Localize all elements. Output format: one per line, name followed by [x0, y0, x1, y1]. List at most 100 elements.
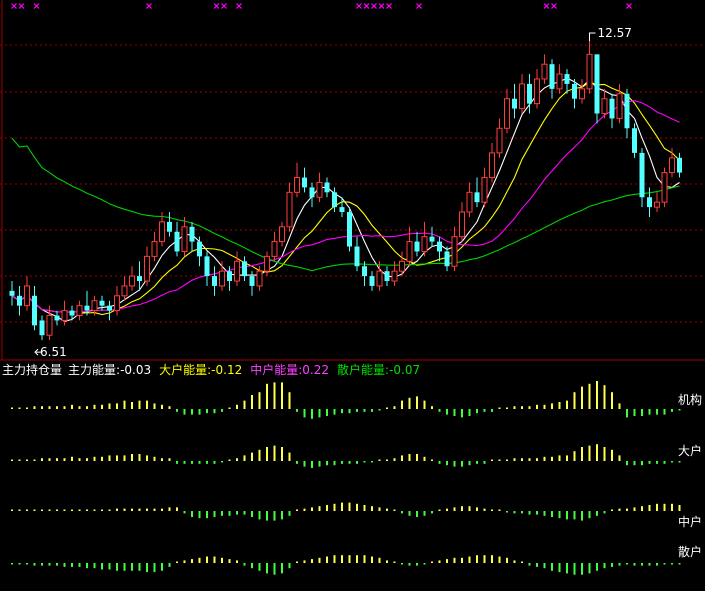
energy-bar [273, 382, 276, 409]
candle-body [227, 271, 232, 282]
candle [556, 64, 563, 94]
candle-body [579, 88, 585, 100]
energy-bar [596, 511, 598, 516]
energy-bar [468, 556, 471, 563]
candle-body [504, 98, 510, 129]
energy-bar [401, 455, 403, 461]
energy-bar [168, 406, 171, 409]
energy-bar [476, 461, 478, 464]
energy-bar [236, 511, 238, 515]
candle-body [294, 177, 300, 193]
energy-bar [176, 561, 178, 563]
candle-body [669, 157, 675, 174]
candle [332, 187, 337, 213]
candle-body [639, 152, 645, 198]
energy-bar [491, 409, 493, 412]
candle [504, 88, 510, 134]
energy-bar [348, 502, 351, 511]
energy-bar [146, 400, 148, 409]
energy-bar [33, 406, 36, 409]
energy-bar [573, 511, 576, 520]
panel-label-dahu: 大户 [678, 443, 702, 458]
ma20-line [11, 100, 680, 313]
signal-x-marker [33, 3, 40, 9]
energy-bar [431, 511, 433, 514]
energy-bar [476, 507, 478, 511]
energy-bar [333, 555, 336, 563]
candle [489, 143, 495, 183]
energy-bar [326, 409, 328, 416]
candle [167, 212, 172, 237]
candle [324, 177, 330, 198]
energy-bar [513, 406, 516, 409]
energy-bar [588, 511, 591, 519]
candle [639, 147, 645, 208]
candle [302, 167, 307, 193]
energy-bar [296, 461, 298, 464]
energy-bar [326, 461, 328, 466]
candle [586, 41, 593, 94]
energy-bar [348, 461, 351, 464]
candle [32, 285, 37, 331]
candle [616, 83, 623, 124]
energy-bar [596, 563, 598, 571]
candle-body [39, 320, 45, 336]
energy-bar [513, 560, 516, 563]
energy-bar [678, 505, 681, 511]
energy-bar [101, 563, 103, 570]
energy-bar [191, 409, 193, 415]
energy-bar [18, 563, 21, 565]
energy-bar [266, 511, 268, 521]
energy-bar [138, 400, 141, 409]
candle-body [279, 226, 285, 243]
candle-body [61, 310, 68, 321]
candle-body [114, 295, 120, 312]
energy-bar [633, 409, 636, 416]
candle [519, 74, 525, 114]
energy-bar [153, 508, 156, 511]
candle-body [549, 64, 555, 89]
energy-bar [116, 455, 118, 461]
energy-bar [198, 409, 201, 415]
energy-bar [581, 386, 583, 409]
energy-bar [296, 409, 298, 412]
energy-bar [108, 509, 111, 511]
energy-bar [671, 563, 673, 565]
energy-bar [468, 506, 471, 511]
energy-bar [146, 563, 148, 573]
candle [316, 172, 323, 203]
candle [264, 251, 270, 277]
energy-bar [18, 407, 21, 409]
energy-bar [303, 461, 306, 467]
candle-body [474, 192, 480, 203]
energy-bar [221, 557, 223, 563]
moving-average-lines [11, 77, 680, 322]
candle [144, 246, 150, 286]
energy-bar [273, 445, 276, 461]
candle-body [242, 261, 247, 277]
energy-bar [581, 563, 583, 575]
energy-bar [528, 511, 531, 515]
energy-bar [356, 461, 358, 464]
energy-bar [671, 461, 673, 463]
signal-x-marker [416, 3, 422, 9]
energy-bar [273, 511, 276, 521]
candle [437, 236, 442, 262]
signal-x-marker [11, 3, 17, 9]
energy-bar [251, 452, 253, 461]
energy-bar [78, 509, 81, 511]
energy-bar [41, 563, 43, 566]
energy-bar [341, 502, 343, 511]
indicator-item-0-label: 主力能量: [68, 363, 120, 377]
candle-body [414, 241, 420, 252]
energy-bar [221, 461, 223, 463]
candle [677, 152, 682, 178]
indicator-item-3-value: -0.07 [389, 363, 420, 377]
ma10-line [11, 81, 680, 316]
candle-body [204, 256, 210, 277]
bar-panel-3 [11, 555, 681, 575]
candle-body [174, 231, 180, 252]
energy-bar [468, 461, 471, 466]
energy-bar [603, 563, 606, 569]
energy-bar [513, 511, 516, 514]
